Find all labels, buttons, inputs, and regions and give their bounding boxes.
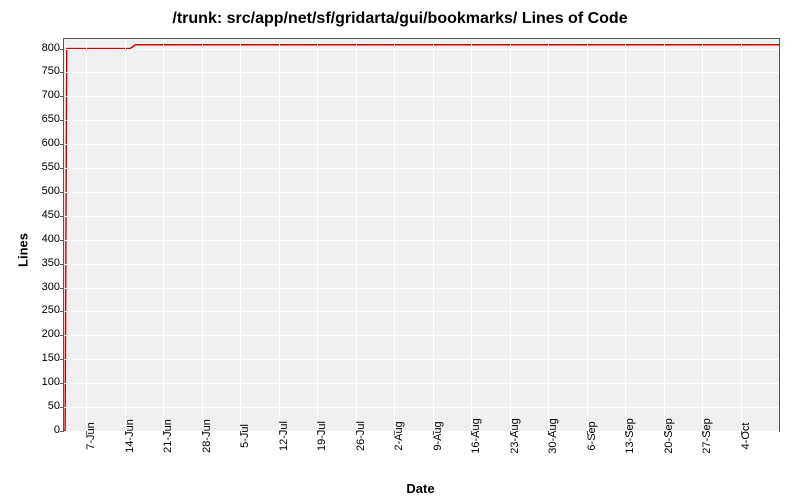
x-axis-label: Date — [63, 481, 778, 496]
y-grid-line — [64, 264, 779, 265]
x-grid-line — [510, 39, 511, 431]
x-grid-line — [125, 39, 126, 431]
y-tick-mark — [60, 216, 64, 217]
x-tick-label: 30-Aug — [547, 418, 559, 453]
y-tick-label: 600 — [25, 137, 60, 149]
y-grid-line — [64, 240, 779, 241]
x-grid-line — [664, 39, 665, 431]
x-grid-line — [548, 39, 549, 431]
y-tick-label: 250 — [25, 304, 60, 316]
x-tick-label: 4-Oct — [740, 423, 752, 450]
x-grid-line — [587, 39, 588, 431]
x-tick-label: 12-Jul — [278, 421, 290, 451]
x-tick-label: 16-Aug — [470, 418, 482, 453]
y-grid-line — [64, 407, 779, 408]
x-grid-line — [240, 39, 241, 431]
y-tick-label: 50 — [25, 400, 60, 412]
y-tick-mark — [60, 335, 64, 336]
y-tick-mark — [60, 431, 64, 432]
y-tick-mark — [60, 120, 64, 121]
x-tick-label: 7-Jun — [85, 422, 97, 450]
y-tick-mark — [60, 192, 64, 193]
y-grid-line — [64, 359, 779, 360]
x-tick-label: 27-Sep — [701, 418, 713, 453]
y-tick-label: 100 — [25, 376, 60, 388]
y-tick-mark — [60, 288, 64, 289]
y-tick-mark — [60, 383, 64, 384]
x-tick-label: 28-Jun — [201, 419, 213, 453]
y-tick-mark — [60, 359, 64, 360]
x-grid-line — [471, 39, 472, 431]
y-grid-line — [64, 120, 779, 121]
x-grid-line — [202, 39, 203, 431]
y-grid-line — [64, 288, 779, 289]
y-tick-label: 300 — [25, 281, 60, 293]
y-tick-label: 750 — [25, 65, 60, 77]
y-tick-mark — [60, 96, 64, 97]
x-grid-line — [356, 39, 357, 431]
x-grid-line — [741, 39, 742, 431]
x-tick-label: 21-Jun — [162, 419, 174, 453]
x-grid-line — [433, 39, 434, 431]
y-tick-label: 500 — [25, 185, 60, 197]
x-tick-label: 6-Sep — [586, 421, 598, 450]
y-tick-label: 800 — [25, 42, 60, 54]
x-grid-line — [702, 39, 703, 431]
y-tick-mark — [60, 168, 64, 169]
y-tick-label: 650 — [25, 113, 60, 125]
y-tick-label: 200 — [25, 328, 60, 340]
y-grid-line — [64, 144, 779, 145]
x-tick-label: 2-Aug — [393, 421, 405, 450]
x-tick-label: 23-Aug — [509, 418, 521, 453]
y-grid-line — [64, 216, 779, 217]
y-grid-line — [64, 383, 779, 384]
y-grid-line — [64, 192, 779, 193]
y-tick-mark — [60, 264, 64, 265]
y-tick-label: 450 — [25, 209, 60, 221]
x-tick-label: 20-Sep — [663, 418, 675, 453]
plot-area — [63, 38, 780, 432]
x-tick-label: 26-Jul — [355, 421, 367, 451]
y-tick-mark — [60, 311, 64, 312]
y-grid-line — [64, 311, 779, 312]
x-grid-line — [86, 39, 87, 431]
y-grid-line — [64, 96, 779, 97]
chart-container: /trunk: src/app/net/sf/gridarta/gui/book… — [0, 0, 800, 500]
line-series-svg — [64, 39, 779, 431]
x-grid-line — [163, 39, 164, 431]
y-grid-line — [64, 168, 779, 169]
y-tick-mark — [60, 72, 64, 73]
y-tick-label: 0 — [25, 424, 60, 436]
y-tick-label: 400 — [25, 233, 60, 245]
x-grid-line — [317, 39, 318, 431]
y-tick-mark — [60, 407, 64, 408]
x-tick-label: 9-Aug — [432, 421, 444, 450]
y-tick-mark — [60, 240, 64, 241]
y-grid-line — [64, 335, 779, 336]
x-tick-label: 14-Jun — [124, 419, 136, 453]
chart-title: /trunk: src/app/net/sf/gridarta/gui/book… — [0, 10, 800, 28]
series-line — [64, 45, 779, 431]
y-tick-label: 350 — [25, 257, 60, 269]
y-tick-mark — [60, 49, 64, 50]
y-tick-label: 150 — [25, 352, 60, 364]
x-tick-label: 5-Jul — [239, 424, 251, 448]
y-tick-label: 700 — [25, 89, 60, 101]
x-tick-label: 19-Jul — [316, 421, 328, 451]
x-grid-line — [279, 39, 280, 431]
x-tick-label: 13-Sep — [624, 418, 636, 453]
y-grid-line — [64, 72, 779, 73]
x-grid-line — [625, 39, 626, 431]
y-tick-mark — [60, 144, 64, 145]
y-grid-line — [64, 49, 779, 50]
x-grid-line — [394, 39, 395, 431]
y-tick-label: 550 — [25, 161, 60, 173]
